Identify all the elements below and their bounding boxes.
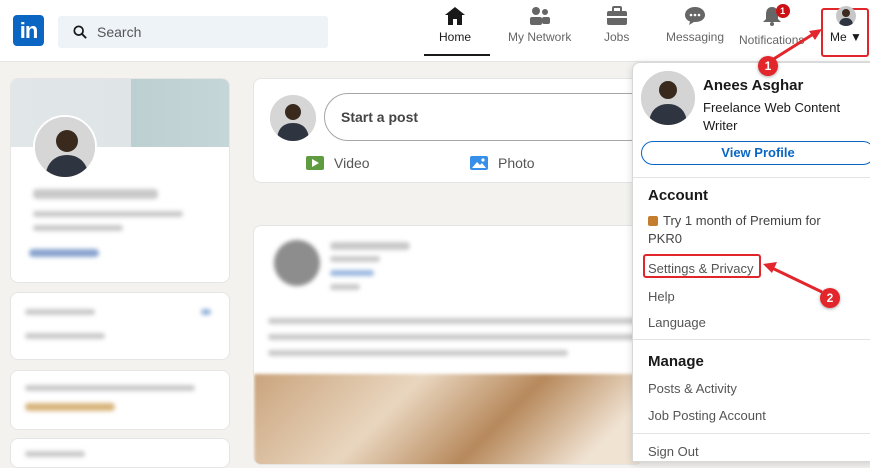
sign-out-link[interactable]: Sign Out xyxy=(648,444,699,459)
blurred-stat-2 xyxy=(25,333,105,339)
blurred-headline-2 xyxy=(33,225,123,231)
briefcase-icon xyxy=(606,6,627,25)
profile-name: Anees Asghar xyxy=(703,77,804,94)
blurred-post-avatar xyxy=(274,240,320,286)
start-post-button[interactable]: Start a post xyxy=(324,93,654,141)
profile-avatar[interactable] xyxy=(33,115,97,179)
blurred-author xyxy=(330,242,410,250)
search-bar[interactable] xyxy=(58,16,328,48)
divider xyxy=(633,177,870,178)
language-link[interactable]: Language xyxy=(648,315,706,330)
active-tab-indicator xyxy=(424,54,490,56)
nav-me-label: Me ▼ xyxy=(830,30,862,44)
manage-section-title: Manage xyxy=(648,353,704,370)
top-navigation-bar: in Home My Network Jobs xyxy=(0,0,870,62)
profile-stats-card xyxy=(10,292,230,360)
step-2-callout: 2 xyxy=(820,288,840,308)
search-input[interactable] xyxy=(97,24,297,40)
nav-me[interactable]: Me ▼ xyxy=(830,6,862,56)
nav-messaging-label: Messaging xyxy=(666,30,725,44)
divider xyxy=(633,433,870,434)
composer-avatar[interactable] xyxy=(270,95,316,141)
video-icon xyxy=(306,156,324,170)
premium-icon xyxy=(648,216,658,226)
blurred-recent xyxy=(25,451,85,457)
photo-icon xyxy=(470,156,488,170)
blurred-name xyxy=(33,189,158,199)
divider xyxy=(633,339,870,340)
nav-messaging[interactable]: Messaging xyxy=(666,6,724,56)
blurred-badge xyxy=(29,249,99,257)
me-dropdown-menu: Anees Asghar Freelance Web Content Write… xyxy=(632,62,870,462)
linkedin-logo[interactable]: in xyxy=(13,15,44,46)
recent-card xyxy=(10,438,230,468)
job-posting-account-link[interactable]: Job Posting Account xyxy=(648,408,766,423)
photo-button[interactable]: Photo xyxy=(470,155,535,171)
home-icon xyxy=(445,7,465,25)
blurred-author-sub xyxy=(330,256,380,262)
search-icon xyxy=(73,25,87,39)
blurred-premium-link xyxy=(25,403,115,411)
notification-badge: 1 xyxy=(775,4,790,18)
account-section-title: Account xyxy=(648,187,708,204)
premium-label: Try 1 month of Premium for PKR0 xyxy=(648,213,821,246)
dropdown-avatar[interactable] xyxy=(641,71,695,125)
video-button[interactable]: Video xyxy=(306,155,370,171)
profile-headline: Freelance Web Content Writer xyxy=(703,100,841,133)
premium-trial-link[interactable]: Try 1 month of Premium for PKR0 xyxy=(648,212,858,248)
me-avatar xyxy=(835,6,856,26)
blurred-headline xyxy=(33,211,183,217)
blurred-stat xyxy=(25,309,95,315)
settings-privacy-link[interactable]: Settings & Privacy xyxy=(648,261,754,276)
blurred-text-1 xyxy=(268,318,640,324)
video-label: Video xyxy=(334,155,370,171)
messaging-icon xyxy=(685,7,706,25)
nav-jobs-label: Jobs xyxy=(604,30,630,44)
nav-my-network[interactable]: My Network xyxy=(508,6,571,56)
nav-home[interactable]: Home xyxy=(439,6,471,56)
profile-card xyxy=(10,78,230,283)
network-icon xyxy=(529,7,550,25)
blurred-stat-value xyxy=(201,309,211,315)
blurred-time xyxy=(330,284,360,290)
nav-my-network-label: My Network xyxy=(508,30,572,44)
caret-down-icon: ▼ xyxy=(850,30,862,44)
nav-home-label: Home xyxy=(439,30,472,44)
nav-jobs[interactable]: Jobs xyxy=(604,6,629,56)
blurred-follow xyxy=(330,270,374,276)
feed-post xyxy=(253,225,643,465)
step-1-callout: 1 xyxy=(758,56,778,76)
help-link[interactable]: Help xyxy=(648,289,675,304)
photo-label: Photo xyxy=(498,155,535,171)
posts-activity-link[interactable]: Posts & Activity xyxy=(648,381,737,396)
blurred-text-3 xyxy=(268,350,568,356)
premium-card xyxy=(10,370,230,430)
nav-notifications-label: Notifications xyxy=(739,33,805,47)
nav-notifications[interactable]: 1 Notifications xyxy=(739,4,805,56)
blurred-premium xyxy=(25,385,195,391)
blurred-text-2 xyxy=(268,334,640,340)
blurred-post-image xyxy=(254,374,642,464)
view-profile-button[interactable]: View Profile xyxy=(641,141,870,165)
post-composer: Start a post Video Photo xyxy=(253,78,654,183)
